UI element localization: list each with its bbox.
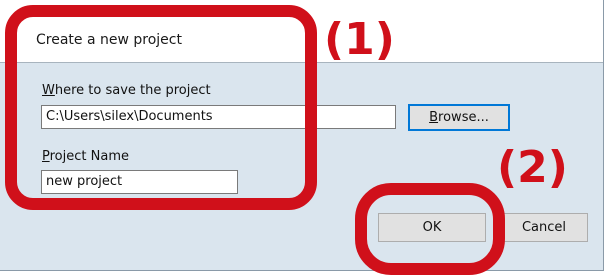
browse-button[interactable]: Browse... (408, 104, 510, 131)
cancel-button[interactable]: Cancel (500, 213, 588, 242)
annotation-label-1: (1) (324, 14, 395, 65)
browse-button-label: rowse... (438, 110, 489, 125)
annotation-box-2 (355, 183, 505, 275)
browse-button-accel: B (429, 110, 439, 125)
annotation-box-1 (5, 5, 317, 210)
annotation-label-2: (2) (497, 142, 568, 193)
